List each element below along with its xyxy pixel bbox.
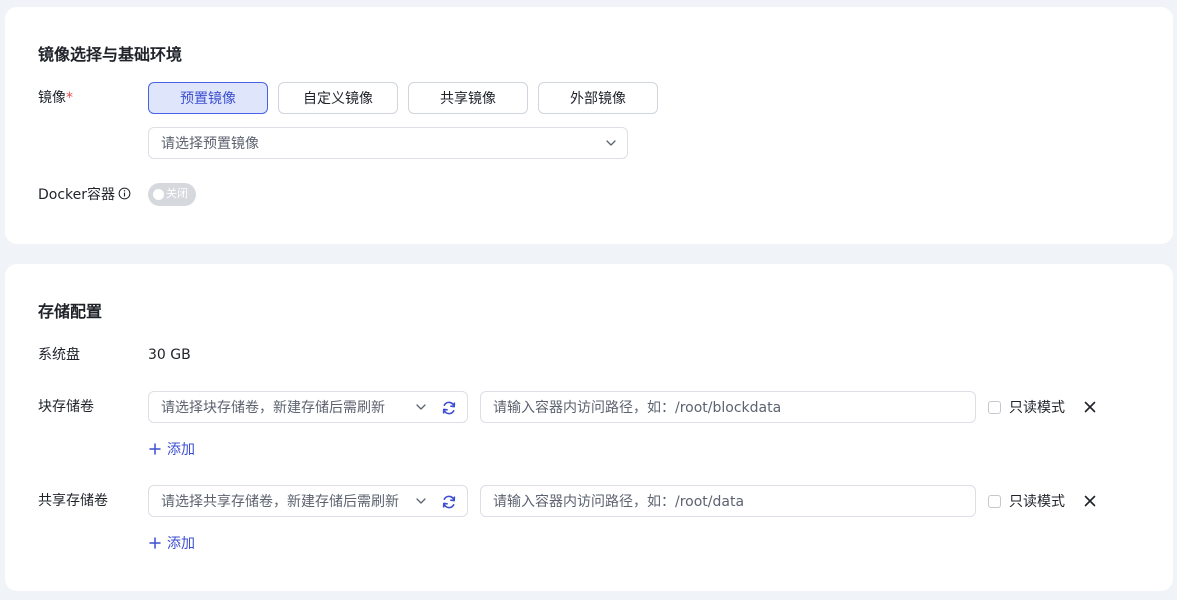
preset-image-select[interactable]: 请选择预置镜像 — [148, 127, 628, 159]
plus-icon — [149, 443, 161, 455]
tab-preset-image[interactable]: 预置镜像 — [148, 82, 268, 114]
shared-volume-label: 共享存储卷 — [38, 493, 108, 509]
docker-toggle-label: 关闭 — [166, 187, 188, 200]
plus-icon — [149, 537, 161, 549]
docker-label: Docker容器 — [38, 185, 131, 205]
add-shared-volume-button[interactable]: 添加 — [149, 533, 195, 553]
chevron-down-icon — [606, 140, 616, 146]
chevron-down-icon — [416, 498, 426, 504]
shared-volume-path-placeholder: 请输入容器内访问路径，如：/root/data — [493, 494, 745, 510]
system-disk-value: 30 GB — [148, 347, 191, 363]
close-icon[interactable] — [1083, 400, 1097, 414]
system-disk-label: 系统盘 — [38, 347, 80, 363]
section-title-storage: 存储配置 — [38, 302, 103, 321]
shared-volume-readonly[interactable]: 只读模式 — [988, 491, 1065, 511]
refresh-icon[interactable] — [441, 400, 457, 416]
tab-custom-image[interactable]: 自定义镜像 — [278, 82, 398, 114]
refresh-icon[interactable] — [441, 494, 457, 510]
add-label: 添加 — [167, 442, 195, 458]
block-volume-label: 块存储卷 — [38, 399, 94, 415]
readonly-checkbox[interactable] — [988, 400, 1001, 414]
close-icon[interactable] — [1083, 494, 1097, 508]
readonly-label: 只读模式 — [1009, 494, 1065, 510]
shared-volume-select-placeholder: 请选择共享存储卷，新建存储后需刷新 — [161, 494, 399, 510]
add-block-volume-button[interactable]: 添加 — [149, 439, 195, 459]
shared-volume-path-input[interactable]: 请输入容器内访问路径，如：/root/data — [480, 485, 976, 517]
readonly-checkbox[interactable] — [988, 494, 1001, 508]
docker-toggle[interactable]: 关闭 — [148, 183, 196, 206]
section-title-image: 镜像选择与基础环境 — [38, 45, 183, 64]
info-icon[interactable] — [118, 187, 131, 200]
tab-shared-image[interactable]: 共享镜像 — [408, 82, 528, 114]
block-volume-select-placeholder: 请选择块存储卷，新建存储后需刷新 — [161, 400, 385, 416]
image-section-card: 镜像选择与基础环境 镜像* 预置镜像 自定义镜像 共享镜像 外部镜像 请选择预置… — [5, 7, 1173, 244]
required-mark: * — [66, 90, 73, 106]
preset-image-select-placeholder: 请选择预置镜像 — [161, 136, 259, 152]
chevron-down-icon — [416, 404, 426, 410]
storage-section-card: 存储配置 系统盘 30 GB 块存储卷 请选择块存储卷，新建存储后需刷新 请输入… — [5, 264, 1173, 591]
block-volume-path-placeholder: 请输入容器内访问路径，如：/root/blockdata — [493, 400, 782, 416]
toggle-knob — [153, 189, 164, 200]
block-volume-path-input[interactable]: 请输入容器内访问路径，如：/root/blockdata — [480, 391, 976, 423]
shared-volume-select[interactable]: 请选择共享存储卷，新建存储后需刷新 — [148, 485, 468, 517]
readonly-label: 只读模式 — [1009, 400, 1065, 416]
block-volume-select[interactable]: 请选择块存储卷，新建存储后需刷新 — [148, 391, 468, 423]
image-label: 镜像* — [38, 90, 73, 106]
add-label: 添加 — [167, 536, 195, 552]
block-volume-readonly[interactable]: 只读模式 — [988, 397, 1065, 417]
tab-external-image[interactable]: 外部镜像 — [538, 82, 658, 114]
